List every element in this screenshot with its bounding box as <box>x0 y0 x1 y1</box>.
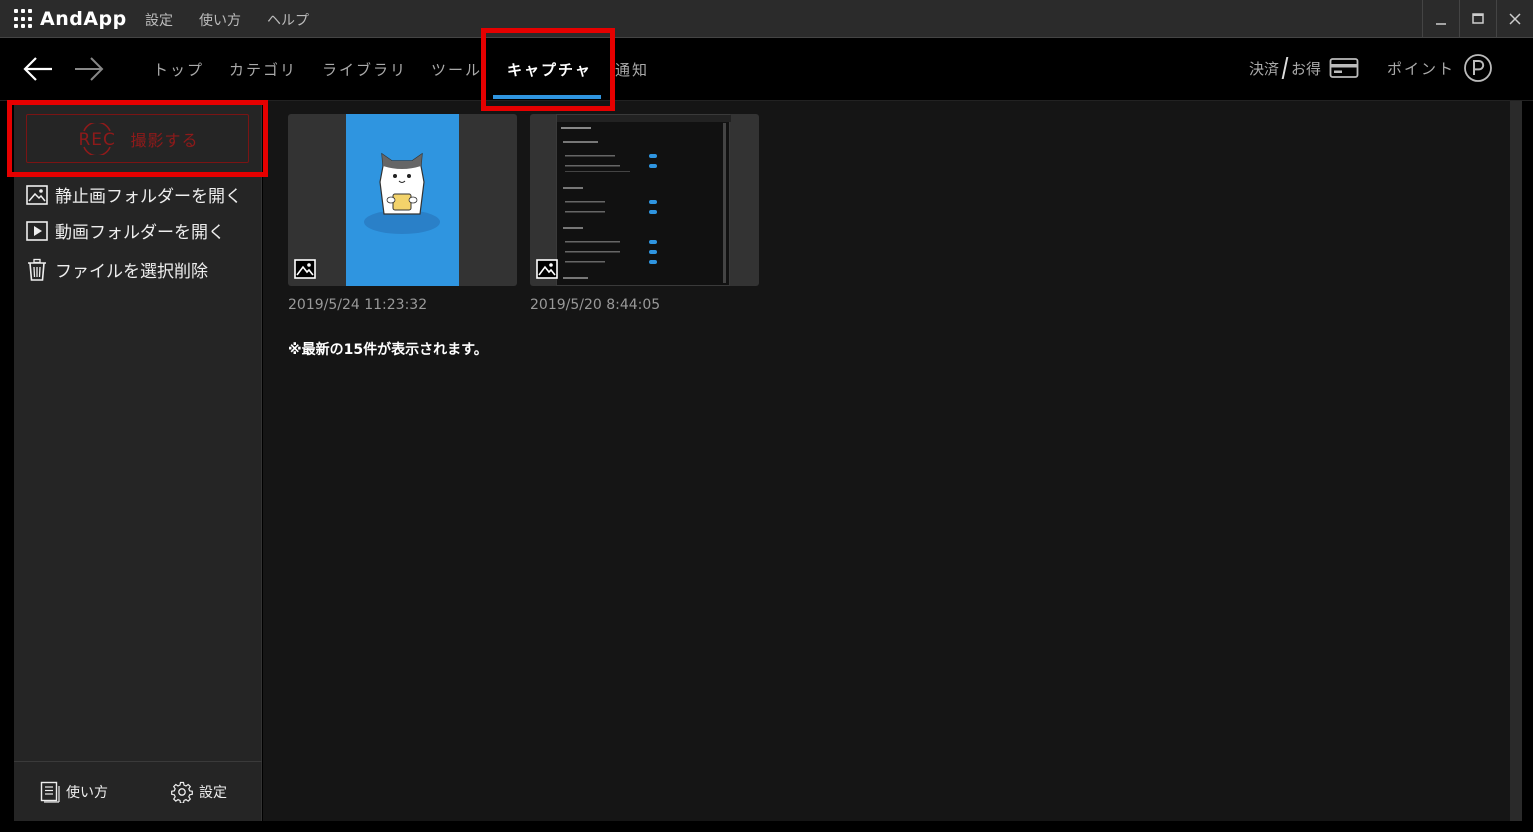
credit-card-icon <box>1329 58 1359 78</box>
deals-label: お得 <box>1290 59 1321 78</box>
record-button-highlight <box>7 100 268 177</box>
capture-date: 2019/5/20 8:44:05 <box>530 297 661 313</box>
capture-thumbnail[interactable] <box>288 114 517 286</box>
back-arrow-icon[interactable] <box>22 55 54 83</box>
window-bottom-edge <box>0 821 1533 832</box>
menu-help[interactable]: ヘルプ <box>267 10 309 30</box>
open-video-folder[interactable]: 動画フォルダーを開く <box>26 218 225 243</box>
open-image-folder-label: 静止画フォルダーを開く <box>55 187 242 207</box>
trash-icon <box>26 258 48 281</box>
tab-library[interactable]: ライブラリ <box>322 59 407 80</box>
tab-tools[interactable]: ツール <box>431 59 482 80</box>
nav-right-group: 決済 お得 ポイント <box>1249 53 1493 83</box>
menu-howto[interactable]: 使い方 <box>199 10 241 30</box>
app-logo: AndApp <box>14 8 127 30</box>
image-folder-icon <box>26 184 48 206</box>
tab-top[interactable]: トップ <box>153 59 204 80</box>
settings-screenshot-image <box>557 115 731 283</box>
close-button[interactable] <box>1496 0 1533 38</box>
menu-settings[interactable]: 設定 <box>145 10 173 30</box>
settings-label: 設定 <box>199 785 227 801</box>
video-folder-icon <box>26 220 48 242</box>
maximize-button[interactable] <box>1459 0 1496 38</box>
payment-label: 決済 <box>1248 59 1279 78</box>
sidebar-footer: 使い方 設定 <box>14 761 262 821</box>
title-menu: 設定 使い方 ヘルプ <box>145 10 335 30</box>
capture-gallery: 2019/5/24 11:23:32 2019/5/20 8:44:05 ※最新… <box>263 101 1510 821</box>
thumbnail-preview <box>556 114 731 286</box>
window-controls <box>1422 0 1533 38</box>
window-right-edge <box>1522 101 1533 821</box>
payment-separator <box>1281 57 1289 79</box>
select-delete-files[interactable]: ファイルを選択削除 <box>26 257 208 282</box>
maximize-icon <box>1472 13 1484 24</box>
howto-label: 使い方 <box>66 785 108 801</box>
open-image-folder[interactable]: 静止画フォルダーを開く <box>26 182 242 207</box>
tab-notifications[interactable]: 通知 <box>615 59 649 80</box>
image-type-icon <box>294 259 316 279</box>
document-icon <box>40 781 60 803</box>
mascot-image <box>364 152 440 234</box>
gear-icon <box>171 781 193 803</box>
capture-limit-note: ※最新の15件が表示されます。 <box>288 342 488 358</box>
forward-arrow-icon[interactable] <box>73 55 105 83</box>
select-delete-files-label: ファイルを選択削除 <box>55 262 208 282</box>
sidebar: REC 撮影する 静止画フォルダーを開く 動画フォルダーを開く ファイルを選択削… <box>14 101 262 821</box>
nav-bar: トップ カテゴリ ライブラリ ツール キャプチャ 通知 決済 お得 ポイント <box>0 39 1533 101</box>
payment-link[interactable]: 決済 お得 <box>1249 57 1359 79</box>
minimize-icon <box>1436 23 1446 25</box>
capture-thumbnail[interactable] <box>530 114 759 286</box>
minimize-button[interactable] <box>1422 0 1459 38</box>
tab-category[interactable]: カテゴリ <box>229 59 297 80</box>
app-name: AndApp <box>40 8 127 30</box>
thumbnail-preview <box>346 114 459 286</box>
vertical-scrollbar[interactable] <box>1510 101 1522 821</box>
close-icon <box>1509 13 1521 25</box>
window-left-edge <box>0 101 14 821</box>
points-link[interactable]: ポイント <box>1387 53 1493 83</box>
settings-button[interactable]: 設定 <box>171 781 227 803</box>
capture-tab-highlight <box>481 28 615 111</box>
capture-date: 2019/5/24 11:23:32 <box>288 297 428 313</box>
app-grid-icon <box>14 9 34 29</box>
points-icon <box>1464 54 1492 82</box>
points-label: ポイント <box>1386 59 1455 78</box>
image-type-icon <box>536 259 558 279</box>
howto-button[interactable]: 使い方 <box>40 781 108 803</box>
title-bar: AndApp 設定 使い方 ヘルプ <box>0 0 1533 38</box>
open-video-folder-label: 動画フォルダーを開く <box>55 223 225 243</box>
